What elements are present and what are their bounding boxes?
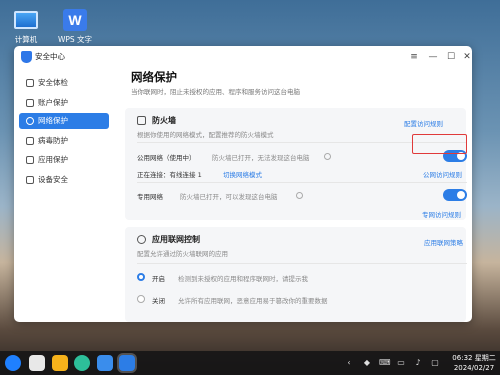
sidebar-item-label: 设备安全 (38, 175, 68, 184)
file-manager-icon[interactable] (29, 355, 45, 371)
clock[interactable]: 06:32 星期二 2024/02/27 (449, 353, 499, 373)
minimize-button[interactable]: — (426, 50, 440, 64)
private-access-rules-link[interactable]: 专网访问规则 (422, 209, 461, 219)
radio-enable[interactable] (137, 273, 145, 281)
highlight-box (412, 134, 467, 154)
taskbar: ‹ ◆ ⌨ ▭ ♪ ▢ 06:32 星期二 2024/02/27 (0, 351, 500, 375)
title-bar[interactable]: 安全中心 ≡ — ☐ ✕ (14, 46, 472, 68)
firewall-title: 防火墙 (152, 116, 176, 125)
app-shield-icon (26, 156, 34, 164)
device-icon (26, 176, 34, 184)
virus-icon (26, 137, 34, 145)
radio-disable[interactable] (137, 295, 145, 303)
sidebar-item-virus[interactable]: 病毒防护 (19, 133, 109, 149)
connection-status-label: 正在连接：有线连接 1 (137, 171, 202, 179)
private-network-status: 防火墙已打开，可以发现这台电脑 (180, 193, 278, 201)
sidebar-item-device[interactable]: 设备安全 (19, 172, 109, 188)
input-method-icon[interactable]: ⌨ (379, 358, 391, 368)
app-icon[interactable] (97, 355, 113, 371)
sidebar: 安全体检 账户保护 网络保护 病毒防护 应用保护 设备安全 (14, 68, 114, 322)
window-title: 安全中心 (35, 52, 65, 61)
divider (137, 263, 467, 264)
tray-app-icon[interactable]: ◆ (362, 358, 372, 368)
sidebar-item-account[interactable]: 账户保护 (19, 95, 109, 111)
sidebar-item-security-check[interactable]: 安全体检 (19, 75, 109, 91)
app-network-control-subtitle: 配置允许通过防火墙联网的应用 (137, 250, 228, 258)
clock-date: 2024/02/27 (453, 364, 495, 372)
radio-enable-desc: 检测到未授权的应用和程序联网时，请提示我 (178, 275, 308, 283)
public-network-label: 公用网络（使用中） (137, 154, 196, 162)
wps-writer-icon: W (63, 9, 87, 31)
security-center-window: 安全中心 ≡ — ☐ ✕ 安全体检 账户保护 网络保护 病毒防护 应用保护 设备… (14, 46, 472, 322)
firewall-icon (137, 116, 146, 125)
menu-button[interactable]: ≡ (407, 50, 421, 64)
app-launcher-icon[interactable] (52, 355, 68, 371)
volume-icon[interactable]: ♪ (413, 358, 423, 368)
public-access-rules-link[interactable]: 公网访问规则 (423, 169, 462, 179)
page-subtitle: 当你联网时，阻止未授权的应用、程序和服务访问这台电脑 (131, 88, 300, 96)
globe-icon (26, 117, 34, 125)
maximize-button[interactable]: ☐ (444, 50, 458, 64)
sidebar-item-label: 网络保护 (38, 116, 68, 125)
app-network-policy-link[interactable]: 应用联网策略 (424, 237, 463, 247)
desktop-icon-label: WPS 文字 (57, 35, 93, 44)
info-icon[interactable] (324, 153, 331, 160)
tray-expand-icon[interactable]: ‹ (344, 358, 354, 368)
sidebar-item-network[interactable]: 网络保护 (19, 113, 109, 129)
radio-enable-label: 开启 (152, 275, 165, 283)
network-icon[interactable]: ▭ (396, 358, 406, 368)
configure-access-rules-link[interactable]: 配置访问规则 (404, 118, 443, 128)
computer-icon (14, 11, 38, 29)
security-center-logo-icon (21, 51, 32, 63)
close-button[interactable]: ✕ (460, 50, 472, 64)
sidebar-item-app[interactable]: 应用保护 (19, 152, 109, 168)
sidebar-item-label: 安全体检 (38, 78, 68, 87)
private-firewall-toggle[interactable] (443, 189, 467, 201)
shield-check-icon (26, 79, 34, 87)
sidebar-item-label: 账户保护 (38, 98, 68, 107)
info-icon[interactable] (296, 192, 303, 199)
clock-time: 06:32 星期二 (452, 354, 496, 362)
desktop-icon-wps[interactable]: W WPS 文字 (53, 9, 97, 45)
browser-icon[interactable] (74, 355, 90, 371)
app-network-control-card: 应用联网控制 配置允许通过防火墙联网的应用 应用联网策略 开启 检测到未授权的应… (125, 227, 467, 322)
notification-icon[interactable]: ▢ (430, 358, 440, 368)
user-icon (26, 99, 34, 107)
desktop-icon-computer[interactable]: 计算机 (4, 9, 48, 45)
switch-network-mode-link[interactable]: 切换网络模式 (223, 169, 262, 179)
divider (137, 182, 467, 183)
public-network-status: 防火墙已打开，无法发现这台电脑 (212, 154, 310, 162)
desktop-icon-label: 计算机 (14, 35, 38, 44)
firewall-subtitle: 根据你使用的网络模式，配置推荐的防火墙模式 (137, 131, 274, 139)
page-title: 网络保护 (131, 70, 177, 84)
radio-disable-desc: 允许所有应用联网，恶意应用易于篡改你的重要数据 (178, 297, 328, 305)
start-menu-icon[interactable] (5, 355, 21, 371)
firewall-card: 防火墙 根据你使用的网络模式，配置推荐的防火墙模式 配置访问规则 公用网络（使用… (125, 108, 467, 220)
app-network-control-title: 应用联网控制 (152, 235, 200, 244)
radio-disable-label: 关闭 (152, 297, 165, 305)
security-center-taskbar-icon[interactable] (119, 355, 135, 371)
sidebar-item-label: 应用保护 (38, 155, 68, 164)
app-network-icon (137, 235, 146, 244)
main-content: 网络保护 当你联网时，阻止未授权的应用、程序和服务访问这台电脑 防火墙 根据你使… (122, 68, 472, 322)
private-network-label: 专用网络 (137, 193, 163, 201)
sidebar-item-label: 病毒防护 (38, 136, 68, 145)
